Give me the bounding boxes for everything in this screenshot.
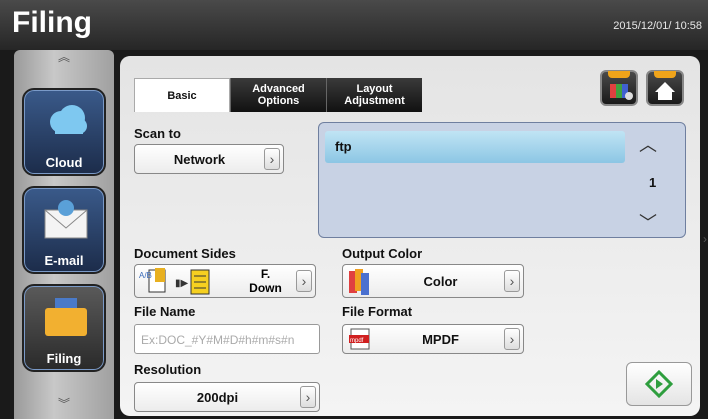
home-button[interactable] — [646, 70, 684, 106]
document-sides-value-line2: Down — [249, 281, 282, 295]
output-color-select[interactable]: Color › — [342, 264, 524, 298]
scroll-up-icon[interactable]: ︽ — [58, 48, 70, 65]
envelope-icon — [44, 200, 88, 239]
file-format-label: File Format — [342, 304, 413, 319]
start-icon — [645, 370, 673, 398]
file-name-input[interactable]: Ex:DOC_#Y#M#D#h#m#s#n — [134, 324, 320, 354]
tab-layout-adjustment[interactable]: Layout Adjustment — [326, 78, 422, 112]
list-page-number: 1 — [649, 175, 657, 190]
list-item[interactable]: ftp — [325, 131, 625, 163]
folder-icon — [45, 298, 87, 336]
chevron-right-icon: › — [504, 328, 520, 350]
file-name-label: File Name — [134, 304, 196, 319]
chevron-right-icon: › — [300, 386, 316, 408]
svg-text:▮▶: ▮▶ — [175, 278, 189, 289]
sidebar-item-label: Cloud — [45, 155, 83, 170]
scan-to-label: Scan to — [134, 126, 181, 141]
scroll-down-icon[interactable]: ︾ — [58, 395, 70, 412]
datetime-display: 2015/12/01/ 10:58 — [613, 20, 702, 32]
chevron-right-icon: › — [264, 148, 280, 170]
tab-bar: Basic Advanced Options Layout Adjustment — [134, 78, 422, 112]
scan-to-value: Network — [173, 151, 226, 167]
output-color-value: Color — [423, 273, 458, 289]
output-color-label: Output Color — [342, 246, 423, 261]
start-button[interactable] — [626, 362, 692, 406]
document-sides-icon: A/B ▮▶ — [139, 268, 210, 295]
chevron-up-icon[interactable]: ︿ — [639, 131, 657, 157]
destination-list[interactable]: ftp ︿ 1 ﹀ — [318, 122, 686, 238]
sidebar: ︽ Cloud E-mail Filing ︾ — [14, 50, 114, 419]
resolution-value: 200dpi — [196, 389, 239, 405]
chevron-right-icon[interactable]: › — [703, 232, 707, 246]
sidebar-item-email[interactable]: E-mail — [22, 186, 106, 274]
sidebar-item-label: E-mail — [44, 253, 84, 268]
svg-text:A/B: A/B — [139, 271, 152, 280]
document-sides-label: Document Sides — [134, 246, 236, 261]
resolution-label: Resolution — [134, 362, 202, 377]
scan-to-select[interactable]: Network › — [134, 144, 284, 174]
color-settings-button[interactable] — [600, 70, 638, 106]
chevron-right-icon: › — [504, 270, 520, 292]
settings-panel: Basic Advanced Options Layout Adjustment… — [120, 56, 707, 416]
color-settings-icon — [610, 84, 633, 100]
chevron-down-icon[interactable]: ﹀ — [639, 209, 657, 235]
title-bar: Filing 2015/12/01/ 10:58 — [0, 0, 708, 50]
sidebar-item-filing[interactable]: Filing — [22, 284, 106, 372]
resolution-select[interactable]: 200dpi › — [134, 382, 320, 412]
tab-basic[interactable]: Basic — [134, 78, 230, 112]
sidebar-item-cloud[interactable]: Cloud — [22, 88, 106, 176]
sidebar-item-label: Filing — [46, 351, 82, 366]
pdf-file-icon: mpdf — [349, 328, 370, 350]
svg-text:mpdf: mpdf — [350, 338, 364, 344]
file-format-select[interactable]: mpdf MPDF › — [342, 324, 524, 354]
home-icon — [655, 82, 675, 100]
document-sides-value-line1: F. — [260, 267, 271, 281]
cloud-icon — [50, 105, 87, 134]
document-sides-select[interactable]: A/B ▮▶ F. Down › — [134, 264, 316, 298]
color-icon — [349, 269, 369, 295]
page-title: Filing — [12, 6, 92, 39]
chevron-right-icon: › — [296, 270, 312, 292]
tab-advanced-options[interactable]: Advanced Options — [230, 78, 326, 112]
file-format-value: MPDF — [422, 331, 459, 347]
